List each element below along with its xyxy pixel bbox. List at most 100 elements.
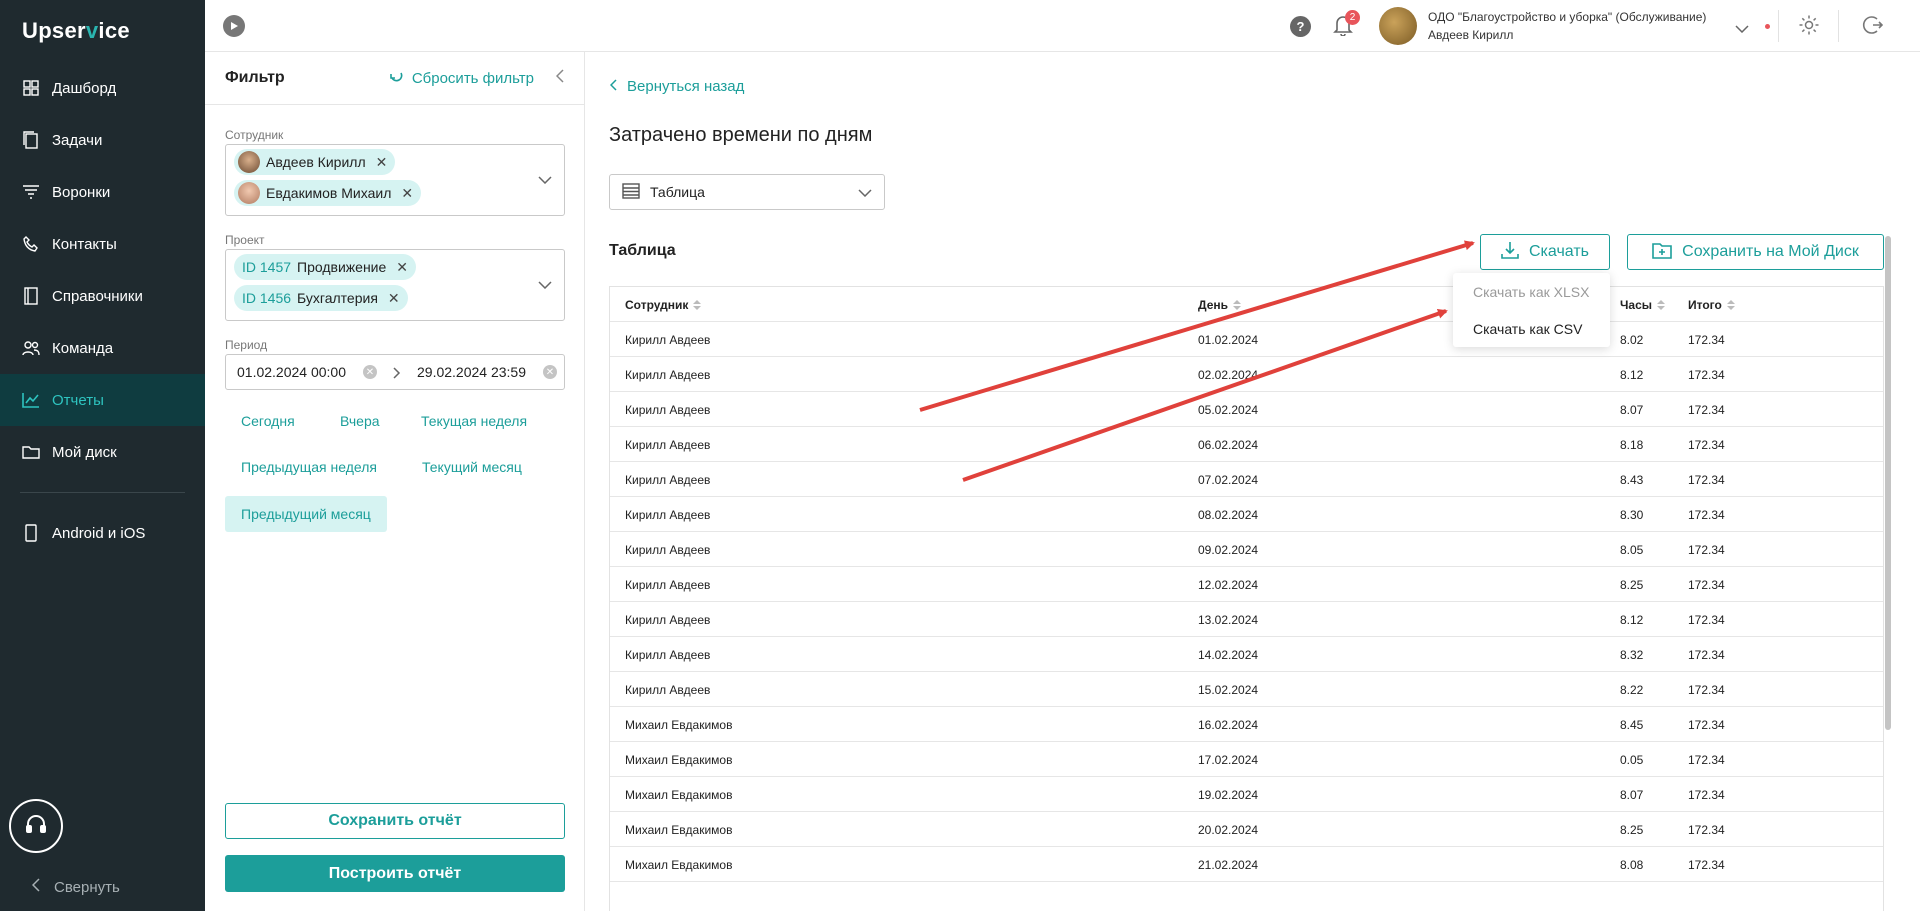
support-button[interactable] [9,799,63,853]
table-row[interactable]: Кирилл Авдеев 14.02.2024 8.32 172.34 [610,637,1883,672]
table-body: Кирилл Авдеев 01.02.2024 8.02 172.34 Кирилл … [610,322,1883,882]
divider [1838,10,1839,42]
column-header-day[interactable]: День [1198,287,1241,322]
divider [1778,10,1779,42]
table-row[interactable]: Михаил Евдакимов 17.02.2024 0.05 172.34 [610,742,1883,777]
table-row[interactable]: Кирилл Авдеев 01.02.2024 8.02 172.34 [610,322,1883,357]
close-icon[interactable]: ✕ [388,290,400,307]
table-row[interactable]: Кирилл Авдеев 08.02.2024 8.30 172.34 [610,497,1883,532]
cell-employee: Кирилл Авдеев [625,647,711,662]
back-link[interactable]: Вернуться назад [609,78,745,95]
sidebar-item-my-disk[interactable]: Мой диск [0,426,205,478]
download-icon [1501,241,1519,264]
sidebar-item-directories[interactable]: Справочники [0,270,205,322]
table-row[interactable]: Кирилл Авдеев 07.02.2024 8.43 172.34 [610,462,1883,497]
sidebar-item-reports[interactable]: Отчеты [0,374,205,426]
download-label: Скачать [1529,243,1589,260]
reset-filter-label: Сбросить фильтр [411,69,534,87]
gear-icon[interactable] [1798,14,1820,41]
quick-yesterday[interactable]: Вчера [324,403,396,439]
build-report-button[interactable]: Построить отчёт [225,855,565,892]
avatar [238,151,260,173]
quick-prev-month[interactable]: Предыдущий месяц [225,496,387,532]
save-to-disk-button[interactable]: Сохранить на Мой Диск [1627,234,1884,270]
chevron-down-icon[interactable] [538,171,552,189]
contacts-icon [22,235,40,253]
table-header: Сотрудник День Часы Итого [610,287,1883,322]
sidebar-item-funnels[interactable]: Воронки [0,166,205,218]
sidebar-item-contacts[interactable]: Контакты [0,218,205,270]
close-icon[interactable]: ✕ [396,259,408,276]
table-row[interactable]: Кирилл Авдеев 02.02.2024 8.12 172.34 [610,357,1883,392]
download-xlsx-option[interactable]: Скачать как XLSX [1453,273,1610,310]
cell-hours: 8.07 [1620,402,1644,417]
period-from-input[interactable]: 01.02.2024 00:00 [237,364,346,380]
close-icon[interactable]: ✕ [376,154,388,171]
close-icon[interactable]: ✕ [401,185,413,202]
table-row[interactable]: Кирилл Авдеев 05.02.2024 8.07 172.34 [610,392,1883,427]
table-row[interactable]: Михаил Евдакимов 16.02.2024 8.45 172.34 [610,707,1883,742]
table-row[interactable]: Михаил Евдакимов 20.02.2024 8.25 172.34 [610,812,1883,847]
download-button[interactable]: Скачать [1480,234,1610,270]
clear-icon[interactable]: ✕ [543,365,557,379]
clear-icon[interactable]: ✕ [363,365,377,379]
headset-icon [24,812,48,841]
account-info[interactable]: ОДО "Благоустройство и уборка" (Обслужив… [1428,8,1706,44]
save-report-button[interactable]: Сохранить отчёт [225,803,565,839]
org-name: ОДО "Благоустройство и уборка" (Обслужив… [1428,10,1707,24]
sidebar-item-tasks[interactable]: Задачи [0,114,205,166]
view-type-select[interactable]: Таблица [609,174,885,210]
cell-total: 172.34 [1688,857,1725,872]
period-to-input[interactable]: 29.02.2024 23:59 [417,364,526,380]
download-csv-option[interactable]: Скачать как CSV [1453,310,1610,347]
collapse-sidebar-button[interactable]: Свернуть [31,878,120,896]
table-row[interactable]: Кирилл Авдеев 13.02.2024 8.12 172.34 [610,602,1883,637]
sidebar-item-dashboard[interactable]: Дашборд [0,62,205,114]
project-chip: ID 1456 Бухгалтерия ✕ [234,285,408,311]
back-label: Вернуться назад [627,78,745,95]
employee-chip: Евдакимов Михаил ✕ [234,180,422,206]
sidebar-item-label: Задачи [52,131,103,149]
cell-total: 172.34 [1688,647,1725,662]
project-select[interactable]: ID 1457 Продвижение ✕ ID 1456 Бухгалтери… [225,249,565,321]
help-icon[interactable]: ? [1290,16,1311,37]
collapse-filter-icon[interactable] [555,68,564,88]
sidebar-item-mobile[interactable]: Android и iOS [0,507,205,559]
app-logo[interactable]: Upservice [22,18,130,44]
avatar[interactable] [1379,7,1417,45]
employee-select[interactable]: Авдеев Кирилл ✕ Евдакимов Михаил ✕ [225,144,565,216]
table-row[interactable]: Кирилл Авдеев 06.02.2024 8.18 172.34 [610,427,1883,462]
report-table: Сотрудник День Часы Итого Кирилл Авдеев 0… [609,286,1884,911]
chevron-down-icon[interactable] [1735,20,1749,38]
cell-employee: Кирилл Авдеев [625,612,711,627]
table-row[interactable]: Михаил Евдакимов 19.02.2024 8.07 172.34 [610,777,1883,812]
quick-this-week[interactable]: Текущая неделя [405,403,543,439]
reset-filter-button[interactable]: Сбросить фильтр [390,69,534,87]
table-row[interactable]: Михаил Евдакимов 21.02.2024 8.08 172.34 [610,847,1883,882]
chip-label: Продвижение [297,259,387,275]
table-row[interactable]: Кирилл Авдеев 15.02.2024 8.22 172.34 [610,672,1883,707]
table-row[interactable]: Кирилл Авдеев 09.02.2024 8.05 172.34 [610,532,1883,567]
sort-icon [1657,299,1666,310]
column-header-employee[interactable]: Сотрудник [625,287,702,322]
column-header-total[interactable]: Итого [1688,287,1735,322]
save-to-disk-label: Сохранить на Мой Диск [1682,243,1859,260]
sidebar-nav: Дашборд Задачи Воронки Контакты Справочн… [0,62,205,559]
project-chip: ID 1457 Продвижение ✕ [234,254,417,280]
sidebar-item-label: Справочники [52,287,143,305]
quick-today[interactable]: Сегодня [225,403,311,439]
cell-employee: Кирилл Авдеев [625,367,711,382]
column-header-hours[interactable]: Часы [1620,287,1666,322]
sidebar-item-label: Контакты [52,235,117,253]
chevron-down-icon[interactable] [538,276,552,294]
scrollbar[interactable] [1885,236,1891,730]
quick-this-month[interactable]: Текущий месяц [406,449,538,485]
quick-prev-week[interactable]: Предыдущая неделя [225,449,393,485]
table-row[interactable]: Кирилл Авдеев 12.02.2024 8.25 172.34 [610,567,1883,602]
cell-employee: Михаил Евдакимов [625,787,733,802]
project-id: ID 1457 [242,259,292,275]
logout-icon[interactable] [1861,14,1884,41]
play-icon[interactable] [223,15,245,37]
dashboard-icon [22,79,40,97]
sidebar-item-team[interactable]: Команда [0,322,205,374]
